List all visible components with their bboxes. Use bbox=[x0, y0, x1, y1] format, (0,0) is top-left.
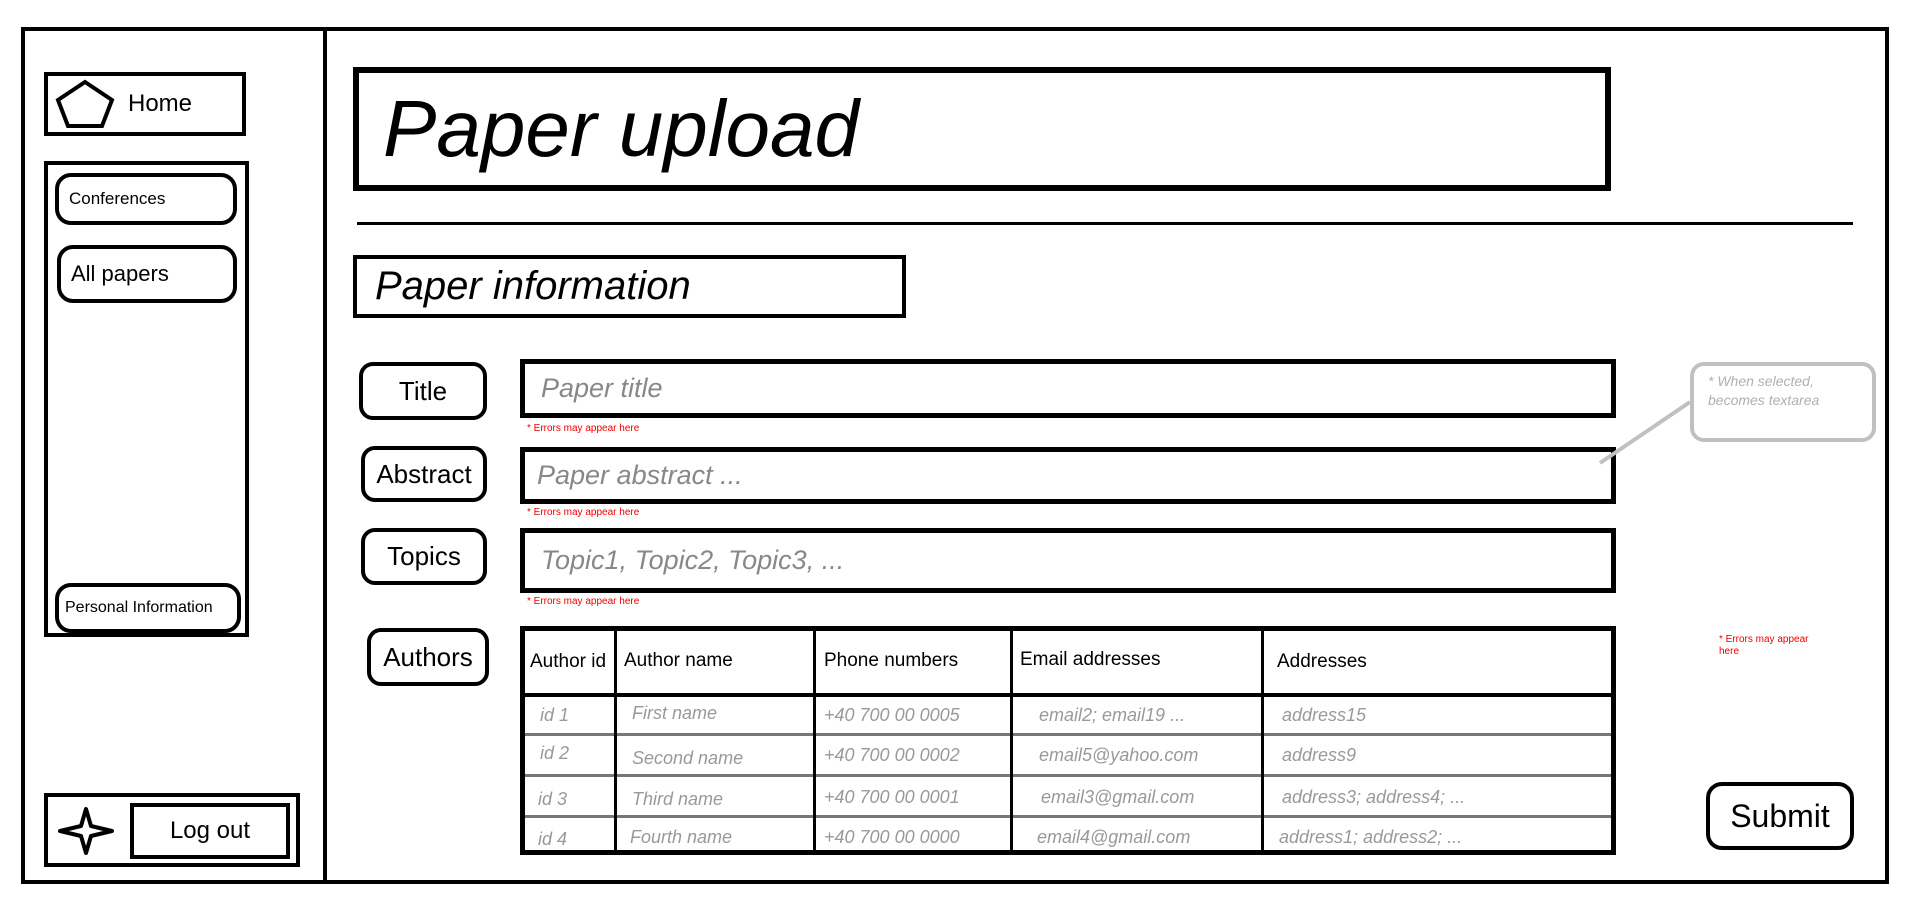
table-cell[interactable]: Third name bbox=[632, 789, 723, 810]
column-divider bbox=[813, 631, 816, 850]
table-cell[interactable]: +40 700 00 0001 bbox=[824, 787, 960, 808]
column-header: Author name bbox=[624, 650, 733, 671]
table-cell[interactable]: email4@gmail.com bbox=[1037, 827, 1190, 848]
table-cell[interactable]: +40 700 00 0000 bbox=[824, 827, 960, 848]
page-title: Paper upload bbox=[353, 67, 1611, 191]
topics-label: Topics bbox=[361, 528, 487, 585]
abstract-error: * Errors may appear here bbox=[527, 507, 640, 518]
table-cell[interactable]: id 2 bbox=[540, 743, 569, 764]
table-cell[interactable]: First name bbox=[632, 703, 717, 724]
table-cell[interactable]: address3; address4; ... bbox=[1282, 787, 1465, 808]
sidebar-item-conferences[interactable]: Conferences bbox=[55, 173, 237, 225]
title-divider bbox=[357, 222, 1853, 225]
authors-table: Author id Author name Phone numbers Emai… bbox=[520, 626, 1616, 855]
table-cell[interactable]: email2; email19 ... bbox=[1039, 705, 1185, 726]
table-cell[interactable]: address9 bbox=[1282, 745, 1356, 766]
submit-button[interactable]: Submit bbox=[1706, 782, 1854, 850]
column-divider bbox=[1010, 631, 1013, 850]
table-header-divider bbox=[525, 693, 1611, 697]
abstract-label: Abstract bbox=[361, 446, 487, 502]
abstract-input[interactable]: Paper abstract ... bbox=[520, 447, 1616, 504]
sidebar-item-label: Conferences bbox=[69, 189, 166, 208]
table-cell[interactable]: address15 bbox=[1282, 705, 1366, 726]
title-input[interactable]: Paper title bbox=[520, 359, 1616, 418]
topics-input[interactable]: Topic1, Topic2, Topic3, ... bbox=[520, 528, 1616, 593]
sidebar-item-label: All papers bbox=[71, 261, 169, 286]
table-cell[interactable]: email5@yahoo.com bbox=[1039, 745, 1198, 766]
logout-button[interactable]: Log out bbox=[130, 803, 290, 859]
column-divider bbox=[1261, 631, 1264, 850]
abstract-placeholder: Paper abstract ... bbox=[537, 460, 743, 490]
title-label: Title bbox=[359, 362, 487, 420]
sidebar-nav: Conferences All papers Personal Informat… bbox=[44, 161, 249, 637]
authors-label: Authors bbox=[367, 628, 489, 686]
column-header: Phone numbers bbox=[824, 650, 959, 671]
column-header: Email addresses bbox=[1020, 649, 1161, 670]
table-cell[interactable]: +40 700 00 0005 bbox=[824, 705, 960, 726]
section-title: Paper information bbox=[353, 255, 906, 318]
sidebar-divider bbox=[323, 27, 327, 884]
authors-error: * Errors may appear here bbox=[1719, 634, 1809, 657]
table-cell[interactable]: id 1 bbox=[540, 705, 569, 726]
title-placeholder: Paper title bbox=[541, 373, 663, 403]
column-header: Addresses bbox=[1277, 651, 1367, 672]
sidebar-item-all-papers[interactable]: All papers bbox=[57, 245, 237, 303]
sidebar-item-label: Personal Information bbox=[65, 599, 213, 616]
table-cell[interactable]: email3@gmail.com bbox=[1041, 787, 1194, 808]
table-cell[interactable]: Second name bbox=[632, 748, 743, 769]
table-cell[interactable]: address1; address2; ... bbox=[1279, 827, 1462, 848]
four-point-star-icon bbox=[58, 807, 114, 855]
row-divider bbox=[525, 733, 1611, 736]
topics-error: * Errors may appear here bbox=[527, 596, 640, 607]
column-divider bbox=[614, 631, 617, 850]
title-error: * Errors may appear here bbox=[527, 423, 640, 434]
topics-placeholder: Topic1, Topic2, Topic3, ... bbox=[541, 545, 845, 575]
sidebar-item-personal-information[interactable]: Personal Information bbox=[55, 583, 241, 633]
table-cell[interactable]: id 3 bbox=[538, 789, 567, 810]
row-divider bbox=[525, 774, 1611, 777]
home-button[interactable]: Home bbox=[44, 72, 246, 136]
abstract-note: * When selected, becomes textarea bbox=[1690, 362, 1876, 442]
table-cell[interactable]: Fourth name bbox=[630, 827, 732, 848]
table-cell[interactable]: id 4 bbox=[538, 829, 567, 850]
pentagon-icon bbox=[55, 79, 115, 128]
logout-area: Log out bbox=[44, 793, 300, 867]
home-label: Home bbox=[128, 90, 193, 117]
row-divider bbox=[525, 815, 1611, 818]
table-cell[interactable]: +40 700 00 0002 bbox=[824, 745, 960, 766]
column-header: Author id bbox=[530, 651, 607, 672]
